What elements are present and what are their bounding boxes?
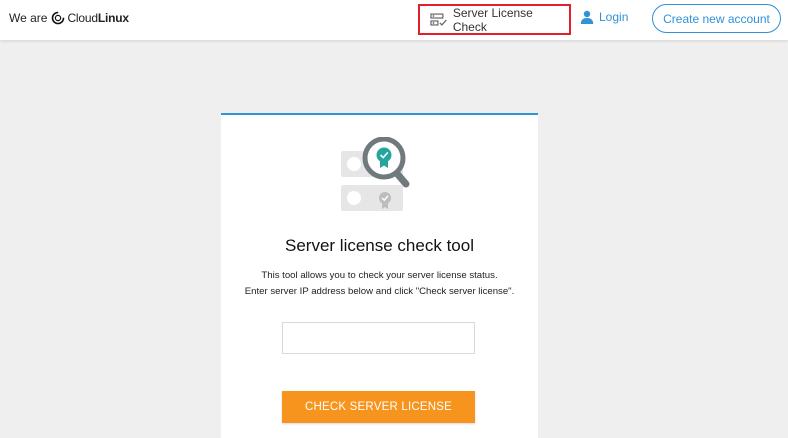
brand-prefix: We are: [9, 11, 48, 25]
page-title: Server license check tool: [285, 236, 474, 255]
license-check-card: Server license check tool This tool allo…: [221, 113, 538, 438]
brand-linux-text: Linux: [97, 11, 129, 25]
brand-logo[interactable]: We are Cloud Linux: [9, 11, 129, 25]
create-account-button[interactable]: Create new account: [652, 4, 781, 33]
nav-login[interactable]: Login: [580, 10, 628, 24]
user-icon: [580, 10, 594, 24]
cloudlinux-logo-icon: [52, 11, 65, 25]
tool-description: This tool allows you to check your serve…: [221, 268, 538, 300]
nav-login-label: Login: [599, 10, 629, 24]
top-navigation-bar: We are Cloud Linux Server License Check L…: [0, 0, 788, 40]
description-line-2: Enter server IP address below and click …: [244, 286, 515, 297]
description-line-1: This tool allows you to check your serve…: [261, 270, 498, 281]
server-check-icon: [430, 12, 447, 26]
nav-server-license-check-label: Server License Check: [452, 5, 533, 34]
server-ip-input[interactable]: [282, 322, 475, 354]
check-server-license-button[interactable]: CHECK SERVER LICENSE: [282, 391, 475, 423]
nav-server-license-check[interactable]: Server License Check: [418, 4, 571, 35]
brand-cloud-text: Cloud: [67, 11, 98, 25]
server-license-magnifier-illustration: [341, 137, 410, 211]
